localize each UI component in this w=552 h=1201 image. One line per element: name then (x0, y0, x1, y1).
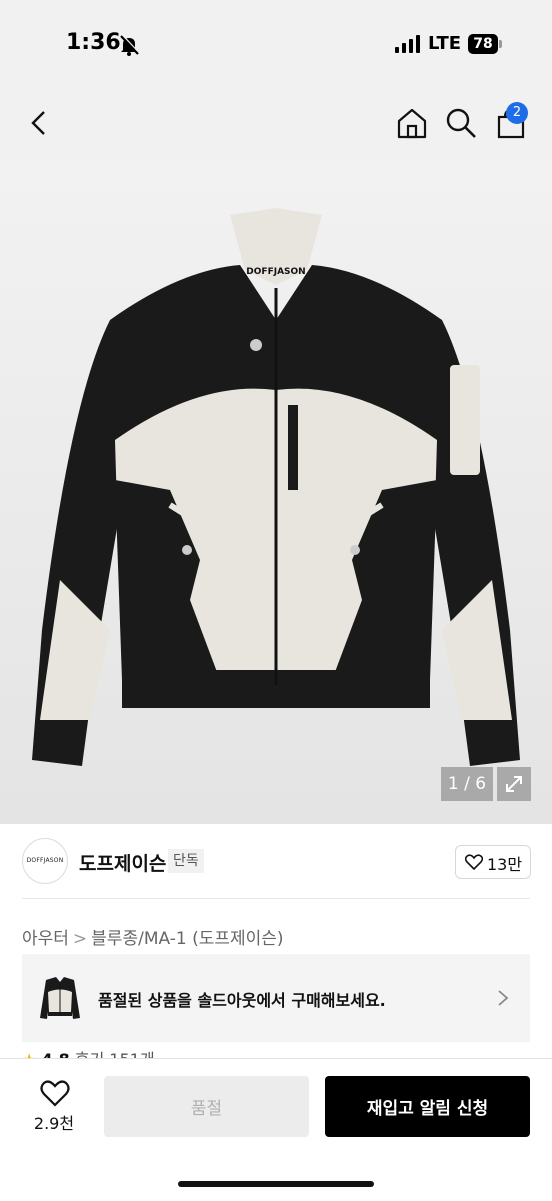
restock-alert-button[interactable]: 재입고 알림 신청 (325, 1076, 530, 1137)
exclusive-badge: 단독 (168, 849, 204, 873)
brand-logo[interactable]: DOFFJASON (22, 838, 68, 884)
chevron-right-icon (498, 990, 509, 1006)
category-level1[interactable]: 아우터 (22, 929, 69, 949)
jacket-thumbnail (40, 977, 80, 1019)
like-button[interactable]: 13만 (455, 845, 531, 879)
brand-name[interactable]: 도프제이슨 (79, 849, 166, 876)
cart-count-badge: 2 (506, 102, 528, 124)
soldout-banner[interactable]: 품절된 상품을 솔드아웃에서 구매해보세요. (22, 954, 530, 1042)
wish-heart-icon[interactable] (40, 1079, 70, 1107)
bell-off-icon (120, 34, 140, 56)
battery-icon: 78 (468, 34, 502, 54)
breadcrumb: 아우터 > 블루종/MA-1 (도프제이슨) (22, 924, 284, 949)
network-type: LTE (428, 33, 462, 54)
status-time: 1:36 (66, 30, 121, 55)
divider (22, 898, 530, 899)
image-counter: 1 / 6 (441, 767, 493, 801)
jacket-logo-text: DOFFJASON (246, 267, 305, 277)
wish-count: 2.9천 (33, 1114, 75, 1133)
jacket-image: DOFFJASON (32, 208, 520, 766)
like-count: 13만 (487, 855, 523, 874)
category-level2[interactable]: 블루종/MA-1 (도프제이슨) (91, 929, 283, 949)
search-icon[interactable] (444, 106, 478, 140)
expand-icon[interactable] (497, 767, 531, 801)
back-icon[interactable] (22, 106, 56, 140)
soldout-button[interactable]: 품절 (104, 1076, 309, 1137)
status-bar: 1:36 LTE 78 (0, 0, 552, 90)
breadcrumb-separator: > (72, 929, 88, 949)
heart-icon (465, 854, 483, 870)
battery-level: 78 (468, 34, 498, 54)
soldout-banner-text: 품절된 상품을 솔드아웃에서 구매해보세요. (98, 991, 386, 1010)
signal-icon (395, 35, 420, 53)
home-icon[interactable] (395, 106, 429, 140)
home-indicator (178, 1181, 374, 1187)
product-image[interactable]: DOFFJASON (0, 160, 552, 824)
top-nav (0, 90, 552, 160)
